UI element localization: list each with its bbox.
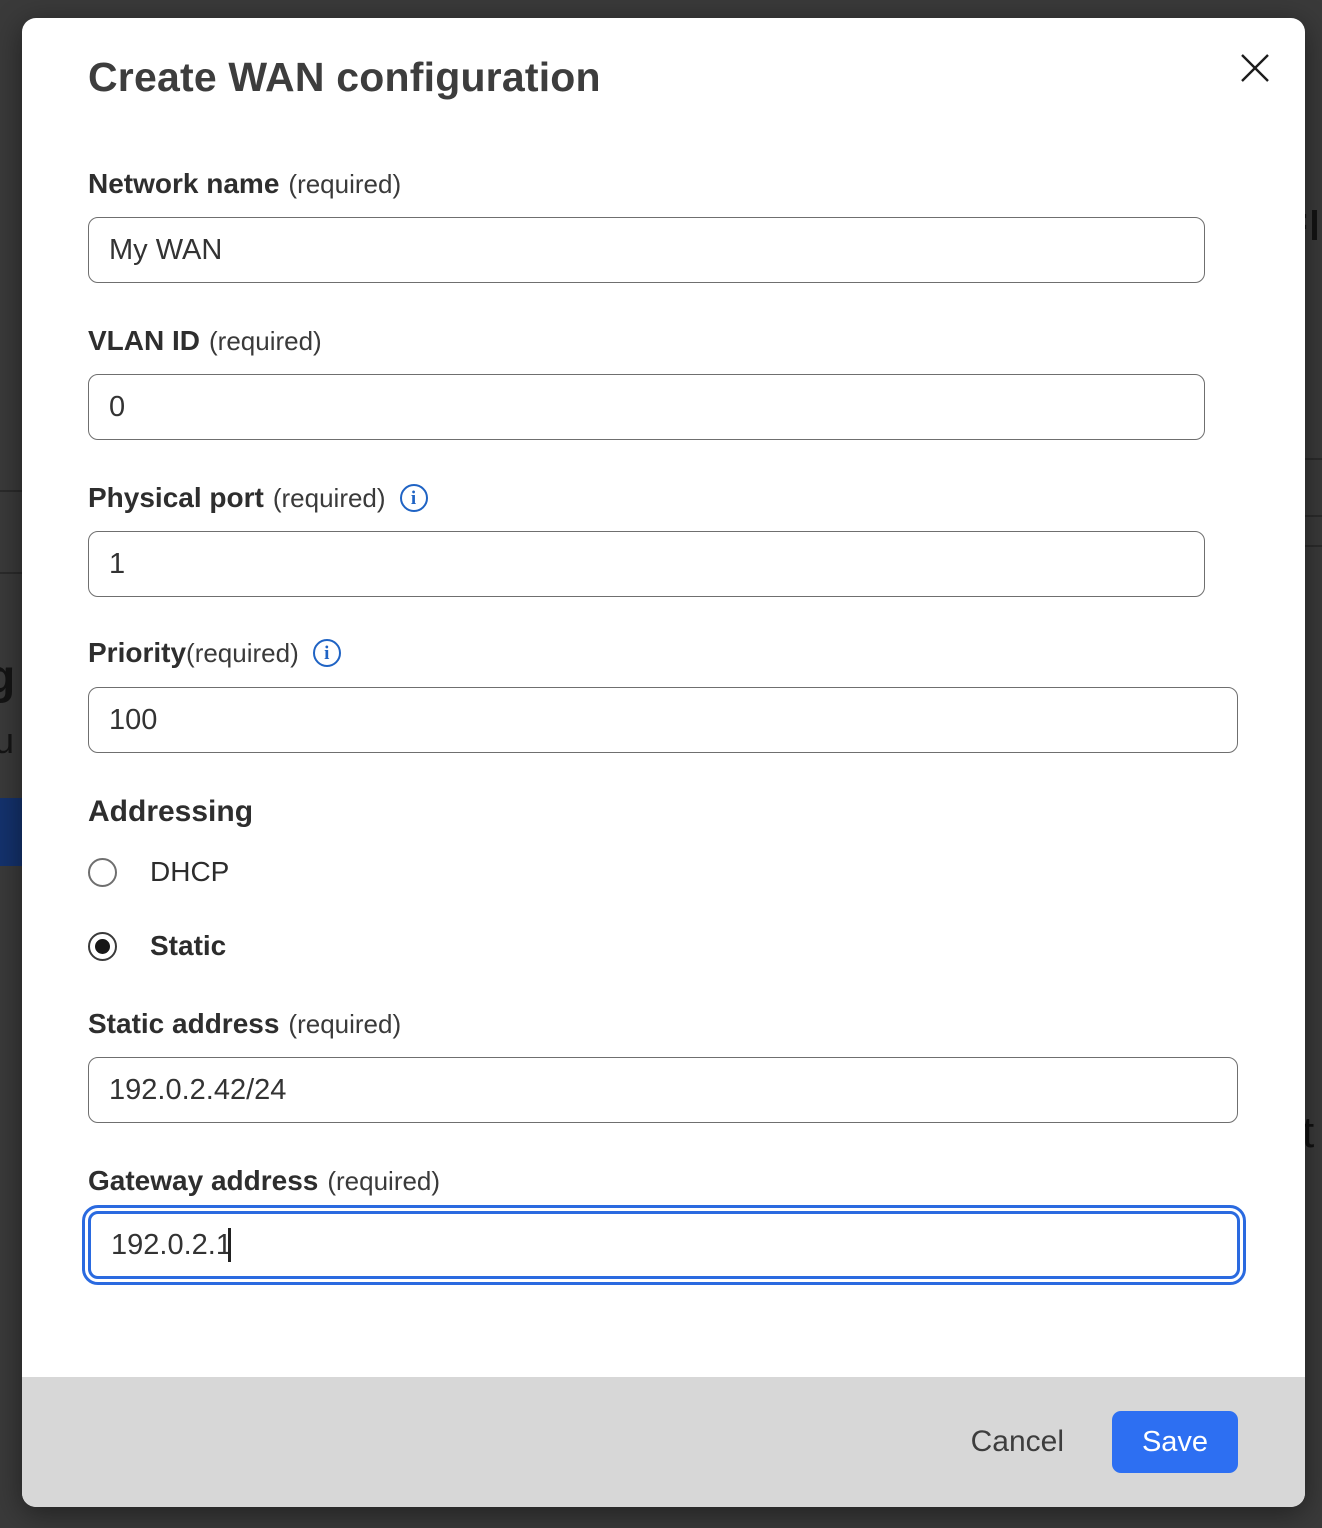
backdrop-text-fragment: u — [0, 720, 14, 762]
vlan-id-input[interactable] — [88, 374, 1205, 440]
backdrop-row-divider — [0, 572, 23, 574]
physical-port-label: Physical port — [88, 482, 264, 514]
radio-button-static[interactable] — [88, 932, 117, 961]
radio-label-dhcp: DHCP — [150, 856, 229, 888]
radio-label-static: Static — [150, 930, 226, 962]
static-address-input[interactable] — [88, 1057, 1238, 1123]
gateway-address-input[interactable] — [88, 1211, 1240, 1279]
network-name-input[interactable] — [88, 217, 1205, 283]
backdrop-primary-button-fragment — [0, 798, 23, 866]
backdrop-row-divider — [1303, 545, 1322, 547]
required-hint: (required) — [186, 638, 299, 669]
backdrop-text-fragment: g — [0, 650, 15, 705]
vlan-id-label-row: VLAN ID (required) — [88, 325, 322, 357]
static-address-label: Static address — [88, 1008, 279, 1040]
gateway-address-label-row: Gateway address (required) — [88, 1165, 440, 1197]
vlan-id-label: VLAN ID — [88, 325, 200, 357]
cancel-button[interactable]: Cancel — [971, 1425, 1064, 1459]
backdrop-row-divider — [0, 490, 23, 492]
required-hint: (required) — [288, 169, 401, 200]
dialog-title: Create WAN configuration — [88, 54, 601, 101]
backdrop-row-divider — [1303, 515, 1322, 517]
radio-option-static[interactable]: Static — [88, 927, 226, 965]
radio-option-dhcp[interactable]: DHCP — [88, 853, 229, 891]
info-icon[interactable]: i — [313, 639, 341, 667]
dialog-footer: Cancel Save — [22, 1377, 1305, 1507]
priority-label: Priority — [88, 637, 186, 669]
priority-label-row: Priority (required) i — [88, 637, 341, 669]
required-hint: (required) — [288, 1009, 401, 1040]
physical-port-input[interactable] — [88, 531, 1205, 597]
close-button[interactable] — [1227, 40, 1283, 96]
backdrop-text-fragment — [1312, 210, 1317, 240]
network-name-label-row: Network name (required) — [88, 168, 401, 200]
gateway-address-field-wrapper — [88, 1211, 1240, 1279]
gateway-address-label: Gateway address — [88, 1165, 318, 1197]
network-name-label: Network name — [88, 168, 279, 200]
static-address-label-row: Static address (required) — [88, 1008, 401, 1040]
required-hint: (required) — [273, 483, 386, 514]
info-icon[interactable]: i — [400, 484, 428, 512]
required-hint: (required) — [209, 326, 322, 357]
close-icon — [1238, 51, 1272, 85]
create-wan-configuration-dialog: Create WAN configuration Network name (r… — [22, 18, 1305, 1507]
backdrop-row-divider — [1303, 458, 1322, 460]
priority-input[interactable] — [88, 687, 1238, 753]
text-cursor — [228, 1228, 231, 1262]
addressing-heading: Addressing — [88, 795, 253, 829]
save-button[interactable]: Save — [1112, 1411, 1238, 1473]
required-hint: (required) — [327, 1166, 440, 1197]
physical-port-label-row: Physical port (required) i — [88, 482, 428, 514]
radio-button-dhcp[interactable] — [88, 858, 117, 887]
